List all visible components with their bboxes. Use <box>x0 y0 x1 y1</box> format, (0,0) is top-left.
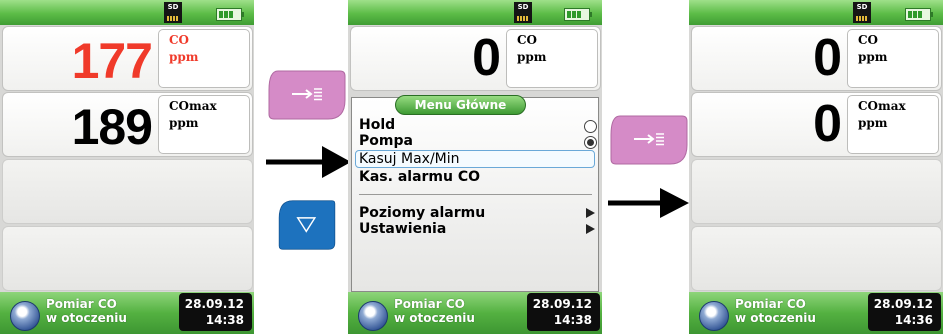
date-label: 28.09.12 <box>184 297 244 311</box>
battery-icon <box>905 8 933 21</box>
menu-divider <box>359 194 592 195</box>
co-unit-box: CO ppm <box>506 29 598 88</box>
submenu-arrow-icon <box>586 208 595 218</box>
sd-card-icon: SD <box>514 2 532 23</box>
battery-icon <box>216 8 244 21</box>
comax-value: 189 <box>71 99 153 155</box>
pompa-radio[interactable] <box>584 136 597 149</box>
menu-item-ustawienia[interactable]: Ustawienia <box>359 221 446 238</box>
mode-label: Pomiar CO w otoczeniu <box>735 297 816 325</box>
mode-bar: Pomiar CO w otoczeniu 28.09.12 14:36 <box>689 292 943 334</box>
menu-item-poziomy-alarmu[interactable]: Poziomy alarmu <box>359 205 485 222</box>
status-bar: SD <box>348 0 602 25</box>
globe-icon <box>358 301 388 331</box>
main-menu: Menu Główne Hold Pompa Kasuj Max/Min Kas… <box>351 95 599 292</box>
right-arrow-icon <box>608 188 689 218</box>
date-time: 28.09.12 14:36 <box>868 293 941 331</box>
sd-card-icon: SD <box>164 2 182 23</box>
comax-unit-label: COmax <box>169 99 217 113</box>
co-unit-label: CO <box>517 33 538 47</box>
comax-unit-ppm: ppm <box>169 116 199 130</box>
co-unit-ppm: ppm <box>858 50 888 64</box>
mode-bar: Pomiar CO w otoczeniu 28.09.12 14:38 <box>0 292 254 334</box>
status-bar: SD <box>689 0 943 25</box>
comax-unit-box: COmax ppm <box>847 95 939 154</box>
empty-field <box>691 226 942 291</box>
hold-radio[interactable] <box>584 120 597 133</box>
empty-field <box>2 159 253 224</box>
co-value: 0 <box>472 29 501 87</box>
menu-item-hold[interactable]: Hold <box>359 117 395 134</box>
date-time: 28.09.12 14:38 <box>527 293 600 331</box>
time-label: 14:38 <box>205 313 244 327</box>
down-key-button[interactable] <box>268 200 346 250</box>
co-unit-label: CO <box>169 33 190 47</box>
menu-item-kasuj-max-min[interactable]: Kasuj Max/Min <box>359 151 460 168</box>
co-unit-ppm: ppm <box>517 50 547 64</box>
comax-unit-label: COmax <box>858 99 906 113</box>
mode-label: Pomiar CO w otoczeniu <box>46 297 127 325</box>
co-unit-ppm: ppm <box>169 50 199 64</box>
co-unit-box: CO ppm <box>847 29 939 88</box>
screen-1: SD 177 CO ppm 189 COmax ppm Pomiar CO w … <box>0 0 254 334</box>
date-label: 28.09.12 <box>873 297 933 311</box>
date-time: 28.09.12 14:38 <box>179 293 252 331</box>
measurement-field-co: 0 CO ppm <box>350 26 601 91</box>
sd-card-icon: SD <box>853 2 871 23</box>
co-value: 177 <box>71 33 153 89</box>
enter-key-button[interactable] <box>268 70 346 120</box>
enter-key-button[interactable] <box>610 115 688 165</box>
measurement-field-co: 177 CO ppm <box>2 26 253 91</box>
measurement-field-comax: 0 COmax ppm <box>691 92 942 157</box>
battery-icon <box>564 8 592 21</box>
mode-bar: Pomiar CO w otoczeniu 28.09.12 14:38 <box>348 292 602 334</box>
mode-label: Pomiar CO w otoczeniu <box>394 297 475 325</box>
empty-field <box>2 226 253 291</box>
screen-3: SD 0 CO ppm 0 COmax ppm Pomiar CO w otoc… <box>689 0 943 334</box>
comax-value: 0 <box>813 95 842 153</box>
co-unit-box: CO ppm <box>158 29 250 88</box>
comax-unit-box: COmax ppm <box>158 95 250 154</box>
menu-item-kas-alarmu-co[interactable]: Kas. alarmu CO <box>359 169 480 186</box>
measurement-field-co: 0 CO ppm <box>691 26 942 91</box>
globe-icon <box>10 301 40 331</box>
status-bar: SD <box>0 0 254 25</box>
menu-item-pompa[interactable]: Pompa <box>359 133 413 150</box>
co-unit-label: CO <box>858 33 879 47</box>
screen-2: SD 0 CO ppm Menu Główne Hold Pompa Kasuj… <box>348 0 602 334</box>
date-label: 28.09.12 <box>532 297 592 311</box>
time-label: 14:38 <box>553 313 592 327</box>
co-value: 0 <box>813 29 842 87</box>
globe-icon <box>699 301 729 331</box>
measurement-field-comax: 189 COmax ppm <box>2 92 253 157</box>
right-arrow-icon <box>266 146 351 178</box>
menu-title: Menu Główne <box>395 95 526 115</box>
submenu-arrow-icon <box>586 224 595 234</box>
empty-field <box>691 159 942 224</box>
comax-unit-ppm: ppm <box>858 116 888 130</box>
time-label: 14:36 <box>894 313 933 327</box>
